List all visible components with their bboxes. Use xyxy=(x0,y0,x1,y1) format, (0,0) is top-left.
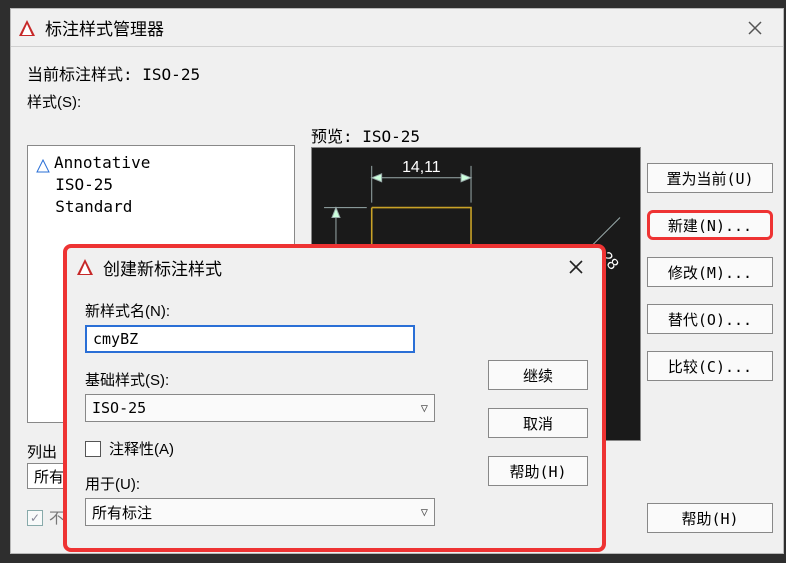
xref-checkbox-label: 不 xyxy=(49,507,64,528)
chevron-down-icon: ▽ xyxy=(421,401,428,415)
list-item[interactable]: Standard xyxy=(36,196,286,218)
new-button[interactable]: 新建(N)... xyxy=(647,210,773,240)
styles-label: 样式(S): xyxy=(27,91,767,112)
xref-checkbox-row: ✓ 不 xyxy=(27,507,64,528)
sub-right-buttons: 继续 取消 帮助(H) xyxy=(488,360,588,486)
set-current-button[interactable]: 置为当前(U) xyxy=(647,163,773,193)
new-name-label: 新样式名(N): xyxy=(85,300,584,321)
preview-label: 预览: ISO-25 xyxy=(311,123,420,147)
use-for-combo[interactable]: 所有标注 ▽ xyxy=(85,498,435,526)
chevron-down-icon: ▽ xyxy=(421,505,428,519)
list-item-label: Standard xyxy=(55,197,132,216)
help-button[interactable]: 帮助(H) xyxy=(647,503,773,533)
override-button[interactable]: 替代(O)... xyxy=(647,304,773,334)
current-style-value: ISO-25 xyxy=(142,65,200,84)
list-item-label: ISO-25 xyxy=(55,175,113,194)
annotative-icon xyxy=(36,157,50,171)
app-icon xyxy=(17,18,37,38)
checkbox-icon[interactable]: ✓ xyxy=(27,510,43,526)
close-icon xyxy=(568,259,584,275)
list-filter-label: 列出 xyxy=(27,441,57,462)
list-filter-value: 所有 xyxy=(34,468,64,486)
use-for-value: 所有标注 xyxy=(92,502,152,523)
checkbox-icon[interactable] xyxy=(85,441,101,457)
sub-dialog-title: 创建新标注样式 xyxy=(103,255,222,280)
sub-titlebar[interactable]: 创建新标注样式 xyxy=(67,248,602,286)
list-item[interactable]: Annotative xyxy=(36,152,286,174)
sub-close-button[interactable] xyxy=(558,248,594,286)
current-style-label: 当前标注样式: xyxy=(27,65,142,84)
close-button[interactable] xyxy=(733,9,777,46)
annotative-label: 注释性(A) xyxy=(109,438,174,459)
new-dimstyle-dialog: 创建新标注样式 新样式名(N): 基础样式(S): ISO-25 ▽ 注释性(A… xyxy=(63,244,606,552)
base-style-value: ISO-25 xyxy=(92,399,146,417)
base-style-combo[interactable]: ISO-25 ▽ xyxy=(85,394,435,422)
right-button-column: 置为当前(U) 新建(N)... 修改(M)... 替代(O)... 比较(C)… xyxy=(647,163,773,381)
dialog-title: 标注样式管理器 xyxy=(45,15,164,40)
list-item-label: Annotative xyxy=(54,153,150,172)
close-icon xyxy=(747,20,763,36)
app-icon xyxy=(75,257,95,277)
compare-button[interactable]: 比较(C)... xyxy=(647,351,773,381)
titlebar[interactable]: 标注样式管理器 xyxy=(11,9,783,47)
modify-button[interactable]: 修改(M)... xyxy=(647,257,773,287)
sub-help-button[interactable]: 帮助(H) xyxy=(488,456,588,486)
cancel-button[interactable]: 取消 xyxy=(488,408,588,438)
continue-button[interactable]: 继续 xyxy=(488,360,588,390)
list-item[interactable]: ISO-25 xyxy=(36,174,286,196)
dim-top: 14,11 xyxy=(402,159,441,176)
sub-dialog-body: 新样式名(N): 基础样式(S): ISO-25 ▽ 注释性(A) 用于(U):… xyxy=(67,286,602,548)
new-name-input[interactable] xyxy=(85,325,415,353)
